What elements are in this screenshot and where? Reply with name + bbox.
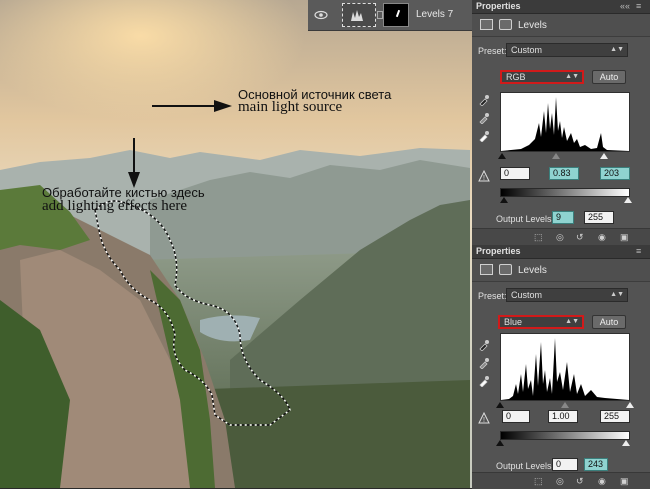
histogram — [500, 92, 630, 152]
channel-select[interactable]: RGB ▲▼ — [500, 70, 584, 84]
input-black-field[interactable]: 0 — [502, 410, 530, 423]
output-black-field[interactable]: 0 — [552, 458, 578, 471]
panel-menu-icon[interactable]: ≡ — [636, 246, 641, 256]
input-gamma-field[interactable]: 0.83 — [549, 167, 579, 180]
output-white-field[interactable]: 255 — [584, 211, 614, 224]
trash-icon[interactable]: ▣ — [620, 232, 629, 243]
input-gamma-slider[interactable] — [552, 153, 560, 159]
chevron-down-icon: ▲▼ — [610, 46, 624, 53]
auto-button[interactable]: Auto — [592, 70, 626, 84]
reset-icon[interactable]: ↺ — [576, 476, 584, 487]
chevron-down-icon: ▲▼ — [610, 291, 624, 298]
svg-text:!: ! — [483, 417, 485, 424]
output-white-slider[interactable] — [624, 197, 632, 203]
input-white-field[interactable]: 203 — [600, 167, 630, 180]
tab-properties[interactable]: Properties — [476, 1, 521, 11]
clip-to-layer-icon[interactable]: ⬚ — [534, 476, 543, 487]
panel-title: Levels — [518, 265, 547, 276]
panel-tabbar: Properties «« ≡ — [472, 0, 650, 14]
preset-label: Preset: — [478, 46, 507, 56]
preset-select[interactable]: Custom ▲▼ — [506, 288, 628, 302]
panel-header: Levels — [472, 14, 650, 37]
output-white-slider[interactable] — [622, 440, 630, 446]
levels-icon — [480, 264, 493, 275]
output-black-slider[interactable] — [496, 440, 504, 446]
input-black-slider[interactable] — [496, 402, 504, 408]
visibility-icon[interactable]: ◉ — [598, 232, 606, 243]
annotation-light-en: main light source — [238, 99, 343, 115]
visibility-icon[interactable]: ◉ — [598, 476, 606, 487]
output-gradient — [500, 188, 630, 197]
preset-value: Custom — [511, 45, 543, 55]
channel-value: RGB — [506, 72, 526, 82]
input-gamma-slider[interactable] — [561, 402, 569, 408]
channel-value: Blue — [504, 317, 523, 327]
panel-title: Levels — [518, 20, 547, 31]
panel-footer: ⬚ ◎ ↺ ◉ ▣ — [472, 228, 650, 245]
properties-panel-bottom: Properties ≡ Levels Preset: Custom ▲▼ Blu… — [472, 245, 650, 489]
preset-label: Preset: — [478, 291, 507, 301]
white-eyedropper-icon[interactable] — [478, 130, 490, 142]
output-black-slider[interactable] — [500, 197, 508, 203]
view-previous-icon[interactable]: ◎ — [556, 476, 564, 487]
gray-eyedropper-icon[interactable] — [478, 357, 490, 369]
svg-text:!: ! — [483, 175, 485, 182]
black-eyedropper-icon[interactable] — [478, 339, 490, 351]
output-levels-label: Output Levels: — [496, 461, 555, 471]
mask-icon — [499, 264, 512, 275]
reset-icon[interactable]: ↺ — [576, 232, 584, 243]
preset-select[interactable]: Custom ▲▼ — [506, 43, 628, 57]
tab-properties[interactable]: Properties — [476, 246, 521, 256]
gray-eyedropper-icon[interactable] — [478, 112, 490, 124]
levels-icon — [480, 19, 493, 30]
input-white-field[interactable]: 255 — [600, 410, 630, 423]
levels-adjustment-icon[interactable] — [342, 3, 376, 27]
panel-header: Levels — [472, 259, 650, 282]
histogram — [500, 333, 630, 401]
preset-value: Custom — [511, 290, 543, 300]
view-previous-icon[interactable]: ◎ — [556, 232, 564, 243]
white-eyedropper-icon[interactable] — [478, 375, 490, 387]
panel-menu-icon[interactable]: ≡ — [636, 1, 641, 11]
auto-button[interactable]: Auto — [592, 315, 626, 329]
mask-icon — [499, 19, 512, 30]
input-gamma-field[interactable]: 1.00 — [548, 410, 578, 423]
panel-tabbar: Properties ≡ — [472, 245, 650, 259]
output-levels-label: Output Levels: — [496, 214, 555, 224]
chevron-down-icon: ▲▼ — [565, 318, 579, 325]
collapse-icon[interactable]: «« — [620, 1, 630, 11]
input-white-slider[interactable] — [626, 402, 634, 408]
output-gradient — [500, 431, 630, 440]
input-white-slider[interactable] — [600, 153, 608, 159]
input-black-field[interactable]: 0 — [500, 167, 530, 180]
trash-icon[interactable]: ▣ — [620, 476, 629, 487]
layer-mask-icon[interactable] — [383, 3, 409, 27]
black-eyedropper-icon[interactable] — [478, 94, 490, 106]
clip-to-layer-icon[interactable]: ⬚ — [534, 232, 543, 243]
annotation-brush-en: add lighting effects here — [42, 198, 188, 214]
output-black-field[interactable]: 9 — [552, 211, 574, 224]
output-white-field[interactable]: 243 — [584, 458, 608, 471]
clipping-warning-icon[interactable]: ! — [478, 412, 490, 424]
channel-select[interactable]: Blue ▲▼ — [498, 315, 584, 329]
panel-footer: ⬚ ◎ ↺ ◉ ▣ — [472, 472, 650, 489]
input-black-slider[interactable] — [498, 153, 506, 159]
eye-icon[interactable] — [314, 9, 328, 21]
layer-name[interactable]: Levels 7 — [416, 9, 453, 20]
chevron-down-icon: ▲▼ — [565, 73, 579, 80]
properties-panel-top: Properties «« ≡ Levels Preset: Custom ▲▼ … — [472, 0, 650, 245]
clipping-warning-icon[interactable]: ! — [478, 170, 490, 182]
